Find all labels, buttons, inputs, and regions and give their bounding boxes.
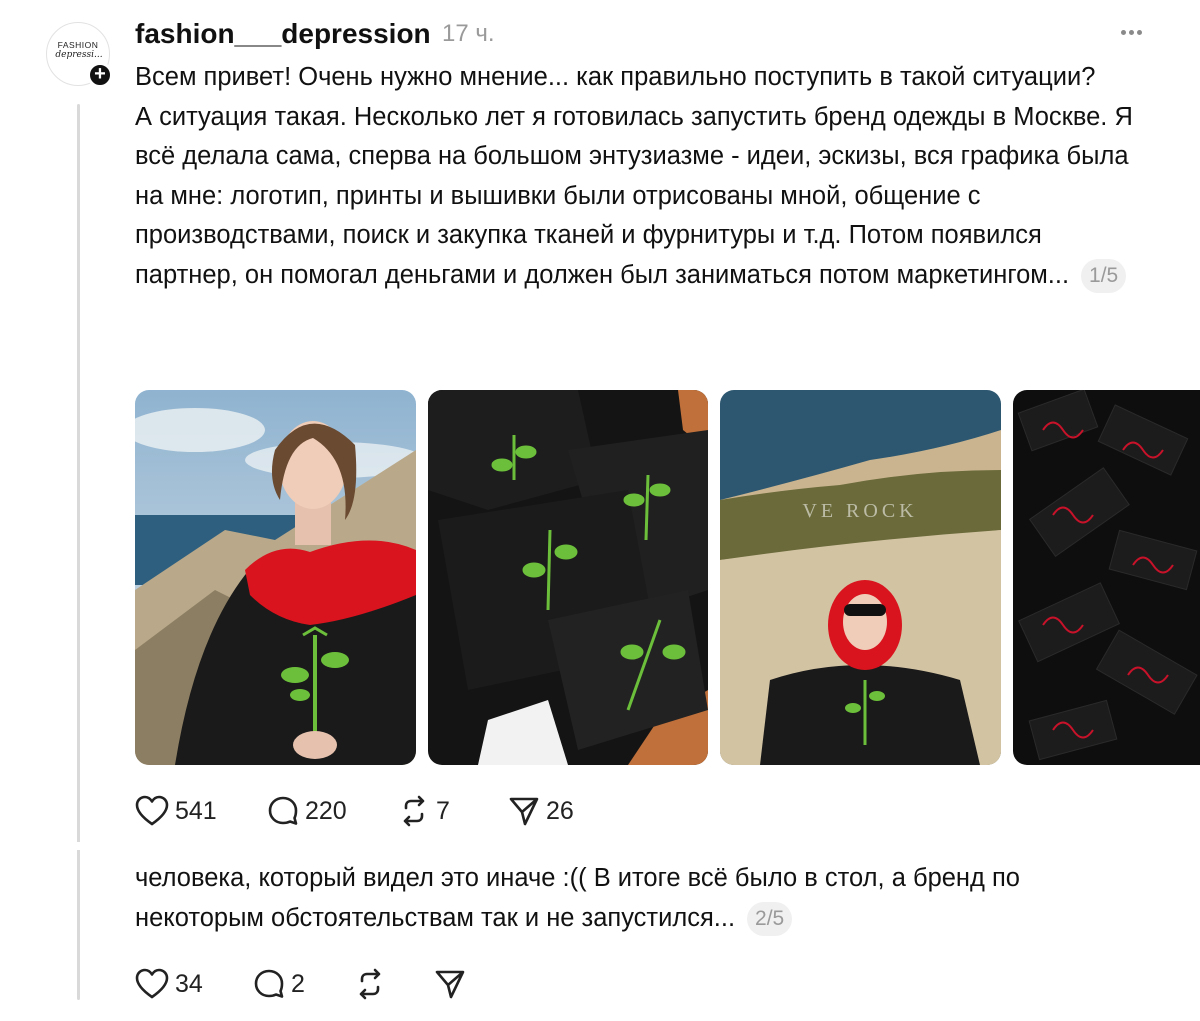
reply-actions: 34 2 <box>135 968 466 1000</box>
repost-icon <box>403 795 425 827</box>
post-paragraph-2: А ситуация такая. Несколько лет я готови… <box>135 98 1145 296</box>
thread-line <box>77 104 80 1000</box>
reply-comment-count: 2 <box>291 969 305 998</box>
post-body: Всем привет! Очень нужно мнение... как п… <box>135 58 1145 295</box>
comment-bubble-icon <box>268 796 298 825</box>
reply-body: человека, который видел это иначе :(( В … <box>135 858 1145 938</box>
reply-text: человека, который видел это иначе :(( В … <box>135 864 1020 932</box>
share-count: 26 <box>546 796 574 825</box>
reply-share-button[interactable] <box>434 968 466 1000</box>
heart-icon <box>135 795 169 826</box>
reply-like-button[interactable]: 34 <box>135 968 253 1000</box>
comment-count: 220 <box>305 796 347 825</box>
reply-repost-button[interactable] <box>354 968 434 1000</box>
share-button[interactable]: 26 <box>508 795 574 827</box>
photo-2[interactable] <box>428 390 708 765</box>
reply-like-count: 34 <box>175 969 203 998</box>
repost-icon <box>359 968 381 1000</box>
photo-4[interactable] <box>1013 390 1200 765</box>
post-time: 17 ч. <box>442 20 495 47</box>
post-paragraph-2-text: А ситуация такая. Несколько лет я готови… <box>135 102 1133 289</box>
follow-plus-icon[interactable]: + <box>87 62 113 88</box>
heart-icon <box>135 968 169 999</box>
post-username[interactable]: fashion___depression <box>135 18 431 50</box>
screenshot-divider <box>0 842 1200 850</box>
post-paragraph-1: Всем привет! Очень нужно мнение... как п… <box>135 63 1096 91</box>
like-button[interactable]: 541 <box>135 795 267 827</box>
share-send-icon <box>435 970 465 999</box>
photo-3[interactable]: VE ROCK <box>720 390 1001 765</box>
reply-comment-button[interactable]: 2 <box>253 968 354 1000</box>
photo-1[interactable] <box>135 390 416 765</box>
photo-3-watermark: VE ROCK <box>802 500 917 522</box>
comment-bubble-icon <box>254 969 284 998</box>
post-actions: 541 220 7 26 <box>135 795 574 827</box>
comment-button[interactable]: 220 <box>267 795 398 827</box>
more-options-icon[interactable] <box>1121 30 1142 35</box>
repost-count: 7 <box>436 796 450 825</box>
avatar-logo-line2: depressi... <box>55 50 103 60</box>
like-count: 541 <box>175 796 217 825</box>
reply-counter-badge: 2/5 <box>747 902 793 937</box>
avatar-logo-line1: FASHION <box>57 40 99 50</box>
repost-button[interactable]: 7 <box>398 795 508 827</box>
share-send-icon <box>509 797 539 826</box>
post-counter-badge: 1/5 <box>1081 258 1127 293</box>
